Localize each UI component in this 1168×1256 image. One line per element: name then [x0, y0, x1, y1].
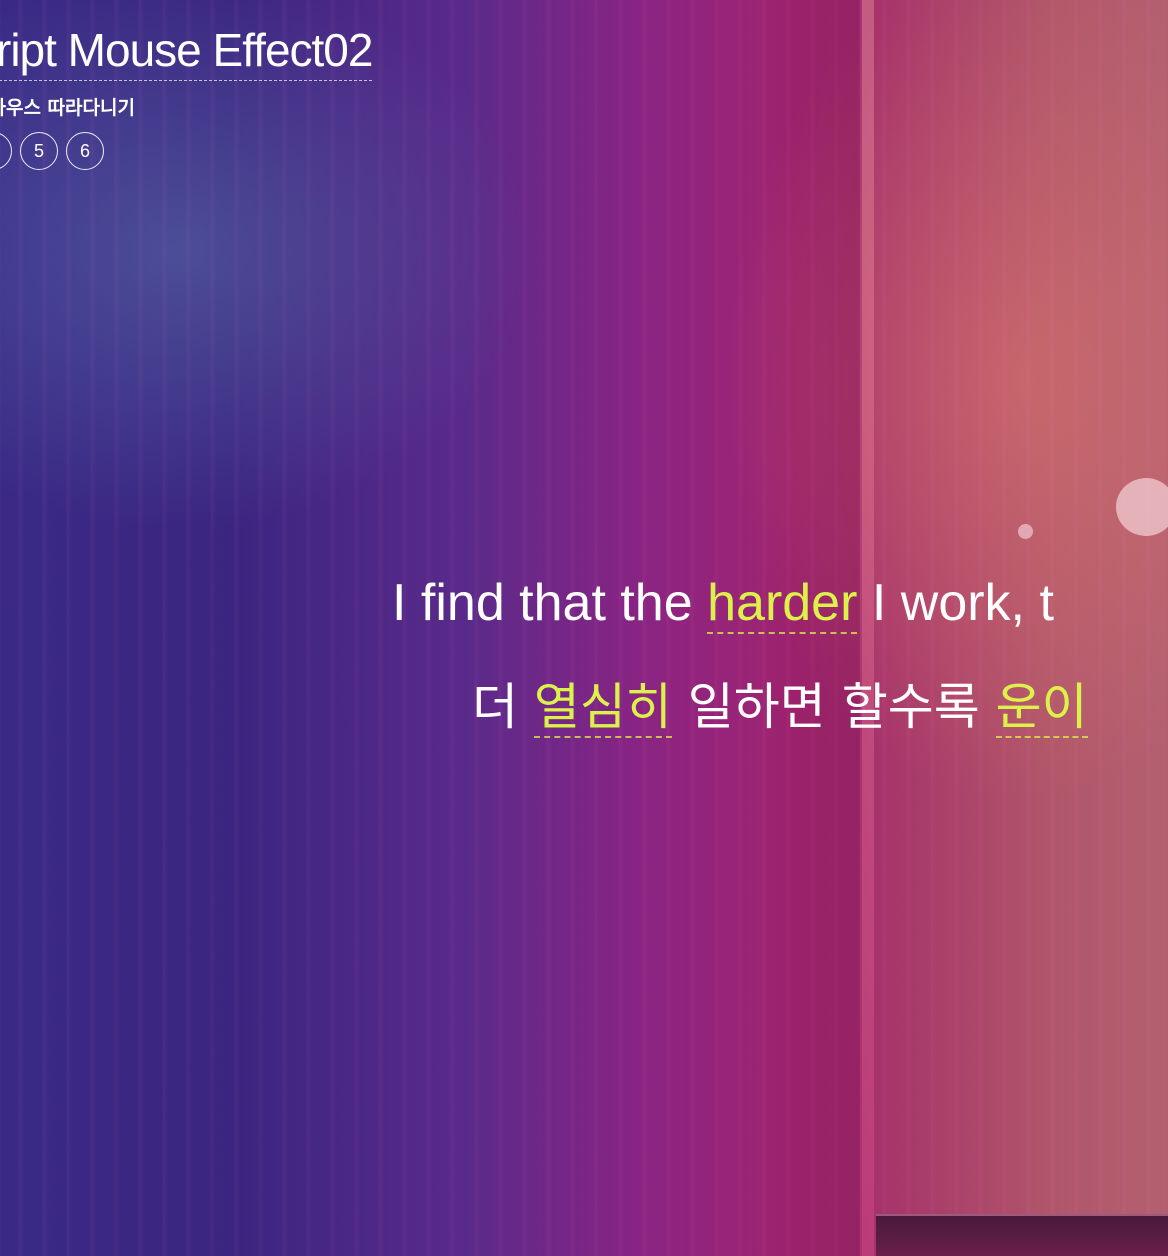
page-button-4[interactable]: 4: [0, 132, 12, 170]
page-button-6[interactable]: 6: [66, 132, 104, 170]
background-box: [876, 1214, 1168, 1256]
mouse-cursor-circle-large: [1116, 478, 1168, 536]
page-title: cript Mouse Effect02: [0, 22, 373, 81]
quote-en-text-after: I work, t: [857, 574, 1054, 632]
page-button-5[interactable]: 5: [20, 132, 58, 170]
mouse-cursor-circle-small: [1018, 524, 1033, 539]
quote-block: I find that the harder I work, t 더 열심히 일…: [392, 570, 1088, 740]
quote-ko-highlight-2[interactable]: 운이: [995, 678, 1088, 738]
page-header: cript Mouse Effect02 - 마우스 따라다니기 4 5 6: [0, 22, 373, 170]
quote-korean: 더 열심히 일하면 할수록 운이: [472, 674, 1088, 740]
page-pagination: 4 5 6: [0, 132, 372, 170]
quote-ko-text-middle: 일하면 할수록: [671, 678, 996, 736]
quote-ko-highlight-1[interactable]: 열심히: [533, 678, 672, 738]
quote-english: I find that the harder I work, t: [392, 570, 1088, 636]
page-subtitle: - 마우스 따라다니기: [0, 97, 135, 119]
quote-en-text-before: I find that the: [392, 574, 708, 632]
quote-ko-text-before: 더: [472, 678, 534, 736]
quote-en-highlight[interactable]: harder: [707, 574, 858, 634]
